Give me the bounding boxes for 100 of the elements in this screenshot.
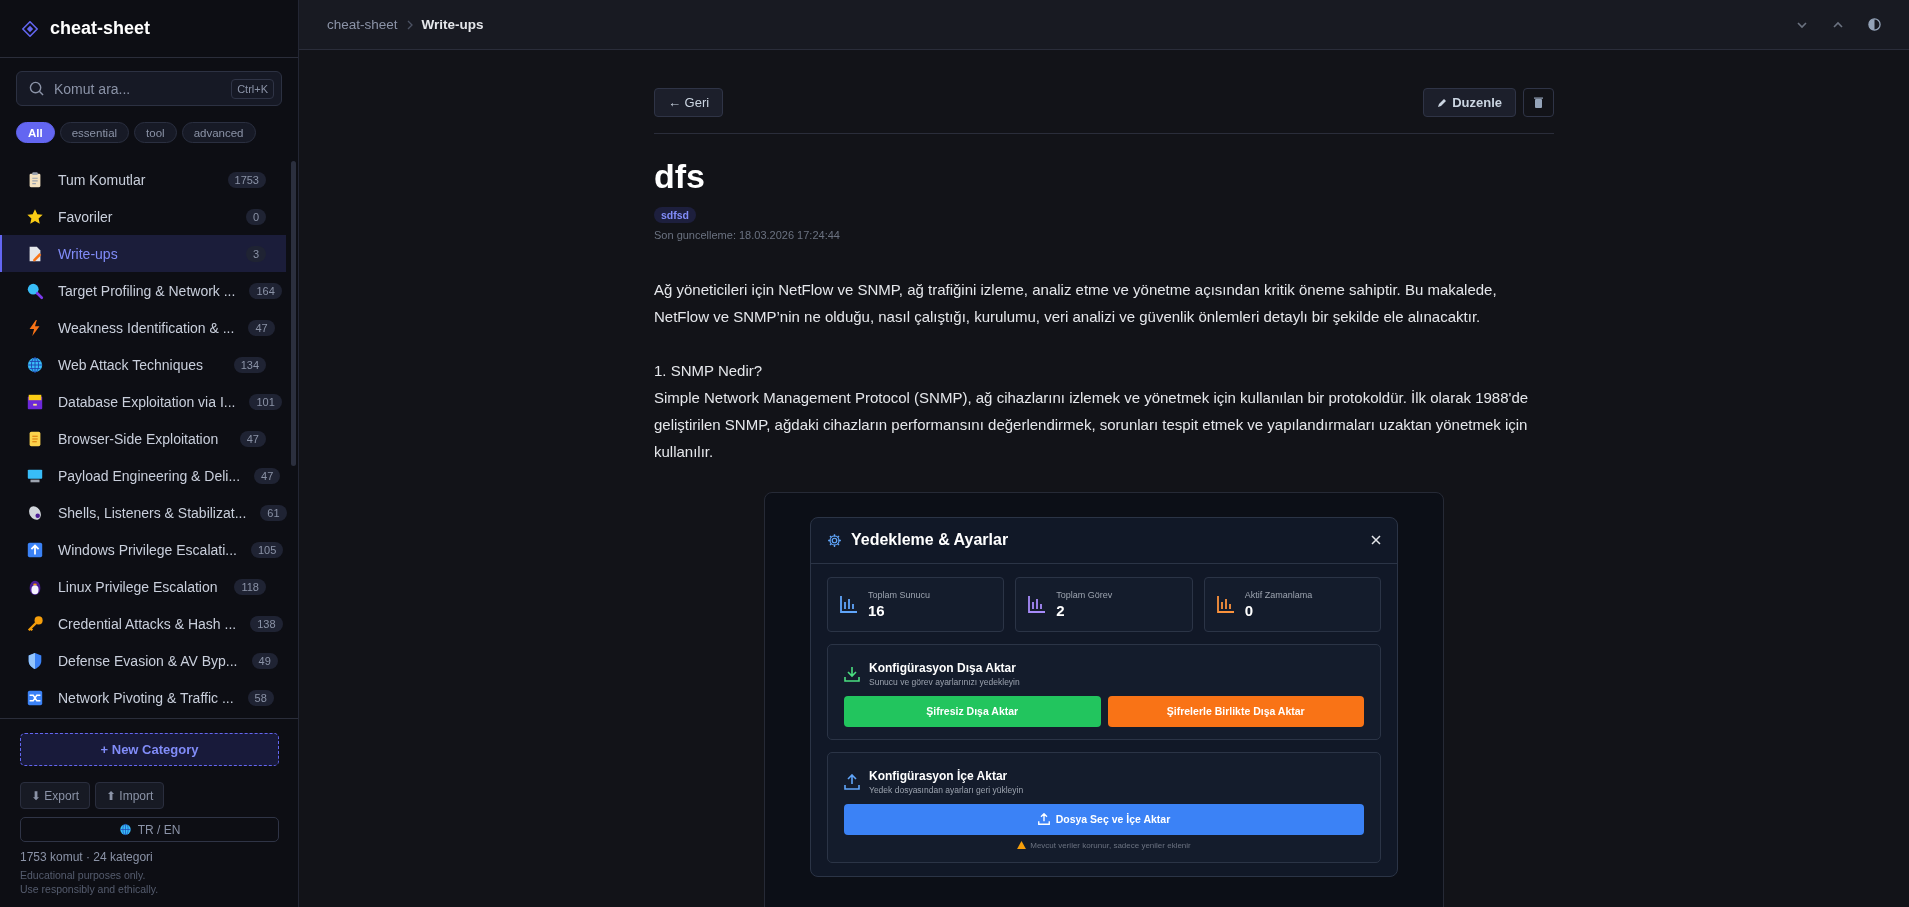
category-item[interactable]: Defense Evasion & AV Byp... 49 [0,642,286,679]
settings-icon [827,532,842,548]
import-button[interactable]: ⬆ Import [95,782,165,809]
back-button[interactable]: ← Geri [654,88,724,117]
filter-chip[interactable]: tool [134,122,177,143]
stat-value: 16 [868,601,886,619]
count-badge: 47 [239,430,266,447]
category-label: Credential Attacks & Hash ... [58,615,237,632]
cabinet-icon [26,392,44,411]
chevron-down-icon[interactable] [1796,20,1808,29]
category-label: Database Exploitation via I... [58,393,236,410]
search-icon [29,81,44,96]
category-label: Write-ups [58,245,119,262]
dialog-title: Yedekleme & Ayarlar [851,531,1010,550]
category-label: Web Attack Techniques [58,356,205,373]
category-item[interactable]: Database Exploitation via I... 101 [0,383,286,420]
paragraph: Simple Network Management Protocol (SNMP), ağ cihazlarını izlemek ve yönetmek için kullanılan bir protokoldür. İlk olarak 1988'de geliştirilen SNMP, ağdaki cihazların performansını değerlendirmek, sorunları tespit etmek ve yapılandırmaları uzaktan yönetmek için kullanılır. [654,387,1530,462]
paragraph: Ağ yöneticileri için NetFlow ve SNMP, ağ trafiğini izleme, analiz etme ve yönetme açısından kritik öneme sahiptir. Bu makalede, NetFlow ve SNMP’nin ne olduğu, nasıl çalıştığı, kurulumu, veri analizi ve güvenlik önlemleri detaylı bir şekilde ele alınacaktır. [654,279,1498,327]
delete-button[interactable] [1523,88,1554,117]
chevron-up-icon[interactable] [1832,20,1844,29]
contrast-icon[interactable] [1868,18,1881,31]
count-badge: 164 [249,282,282,299]
disclaimer-text: Use responsibly and ethically. [20,883,160,895]
count-badge: 3 [245,245,266,262]
category-label: Weakness Identification & ... [58,319,235,336]
edit-button[interactable]: Duzenle [1423,88,1516,117]
count-badge: 47 [254,467,281,484]
count-badge: 138 [250,615,283,632]
category-item[interactable]: Favoriler 0 [0,198,286,235]
scrollbar-thumb[interactable] [291,161,296,466]
stat-value: 0 [1244,601,1254,619]
category-item[interactable]: Target Profiling & Network ... 164 [0,272,286,309]
magnifier-icon [26,281,44,300]
tag-chip: sdfsd [654,206,696,223]
count-badge: 0 [245,208,266,225]
category-label: Defense Evasion & AV Byp... [58,652,238,669]
warning-icon [1017,841,1027,850]
count-badge: 101 [249,393,282,410]
count-badge: 61 [260,504,287,521]
stat-label: Toplam Sunucu [868,589,931,600]
category-item[interactable]: Payload Engineering & Deli... 47 [0,457,286,494]
download-icon [844,665,860,682]
category-item[interactable]: Shells, Listeners & Stabilizat... 61 [0,494,286,531]
category-item[interactable]: Write-ups 3 [0,235,286,272]
category-label: Favoriler [58,208,114,225]
paragraph: 1. SNMP Nedir? [654,360,764,381]
category-item[interactable]: Windows Privilege Escalati... 105 [0,531,286,568]
breadcrumb-link[interactable]: Write-ups [421,17,484,32]
stat-label: Toplam Görev [1056,589,1113,600]
count-badge: 1753 [227,171,266,188]
count-badge: 49 [251,652,278,669]
section-title: Konfigürasyon Dışa Aktar [869,660,1017,675]
upload-icon [844,773,860,790]
stat-label: Aktif Zamanlama [1244,589,1313,600]
shuffle-icon [26,688,44,707]
article-title: dfs [654,156,706,197]
disclaimer-text: Educational purposes only. [20,869,147,881]
pencil-icon [1437,97,1448,108]
count-badge: 105 [250,541,284,558]
last-updated-text: Son guncelleme: 18.03.2026 17:24:44 [654,228,841,241]
category-item[interactable]: Network Pivoting & Traffic ... 58 [0,679,286,716]
category-label: Browser-Side Exploitation [58,430,220,447]
category-label: Windows Privilege Escalati... [58,541,237,558]
trash-icon [1534,97,1543,108]
action-button[interactable]: Dosya Seç ve İçe Aktar [844,803,1364,835]
category-label: Target Profiling & Network ... [58,282,236,299]
category-label: Shells, Listeners & Stabilizat... [58,504,247,521]
app-title: cheat-sheet [50,18,151,39]
breadcrumb-link[interactable]: cheat-sheet [327,17,398,32]
category-item[interactable]: Web Attack Techniques 134 [0,346,286,383]
category-item[interactable]: Weakness Identification & ... 47 [0,309,286,346]
language-toggle[interactable]: TR / EN [20,817,279,842]
category-item[interactable]: Credential Attacks & Hash ... 138 [0,605,286,642]
category-item[interactable]: Linux Privilege Escalation 118 [0,568,286,605]
count-badge: 134 [233,356,266,373]
category-item[interactable]: Browser-Side Exploitation 47 [0,420,286,457]
category-label: Linux Privilege Escalation [58,578,219,595]
note-text: Mevcut veriler korunur, sadece yeniler eklenir [1030,840,1191,850]
category-label: Payload Engineering & Deli... [58,467,241,484]
shield-icon [26,651,44,670]
stat-value: 2 [1056,601,1066,619]
category-label: Tum Komutlar [58,171,147,188]
export-button[interactable]: ⬇ Export [20,782,90,809]
new-category-button[interactable]: + New Category [20,733,279,766]
section-subtitle: Yedek dosyasından ayarları geri yükleyin [869,784,1024,795]
shell-icon [26,503,44,522]
globe-icon [118,823,132,836]
close-icon[interactable] [1371,535,1381,546]
filter-chip[interactable]: All [16,122,55,143]
summary-text: 1753 komut · 24 kategori [20,850,154,864]
category-item[interactable]: Tum Komutlar 1753 [0,161,286,198]
filter-chip[interactable]: essential [59,122,130,143]
filter-chip[interactable]: advanced [181,122,256,143]
section-title: Konfigürasyon İçe Aktar [869,768,1009,783]
upload-icon [1037,813,1050,826]
key-icon [26,614,44,633]
shortcut-hint: Ctrl+K [231,79,274,99]
section-subtitle: Sunucu ve görev ayarlarınızı yedekleyin [869,676,1020,687]
count-badge: 47 [248,319,275,336]
chevron-right-icon [405,19,414,30]
